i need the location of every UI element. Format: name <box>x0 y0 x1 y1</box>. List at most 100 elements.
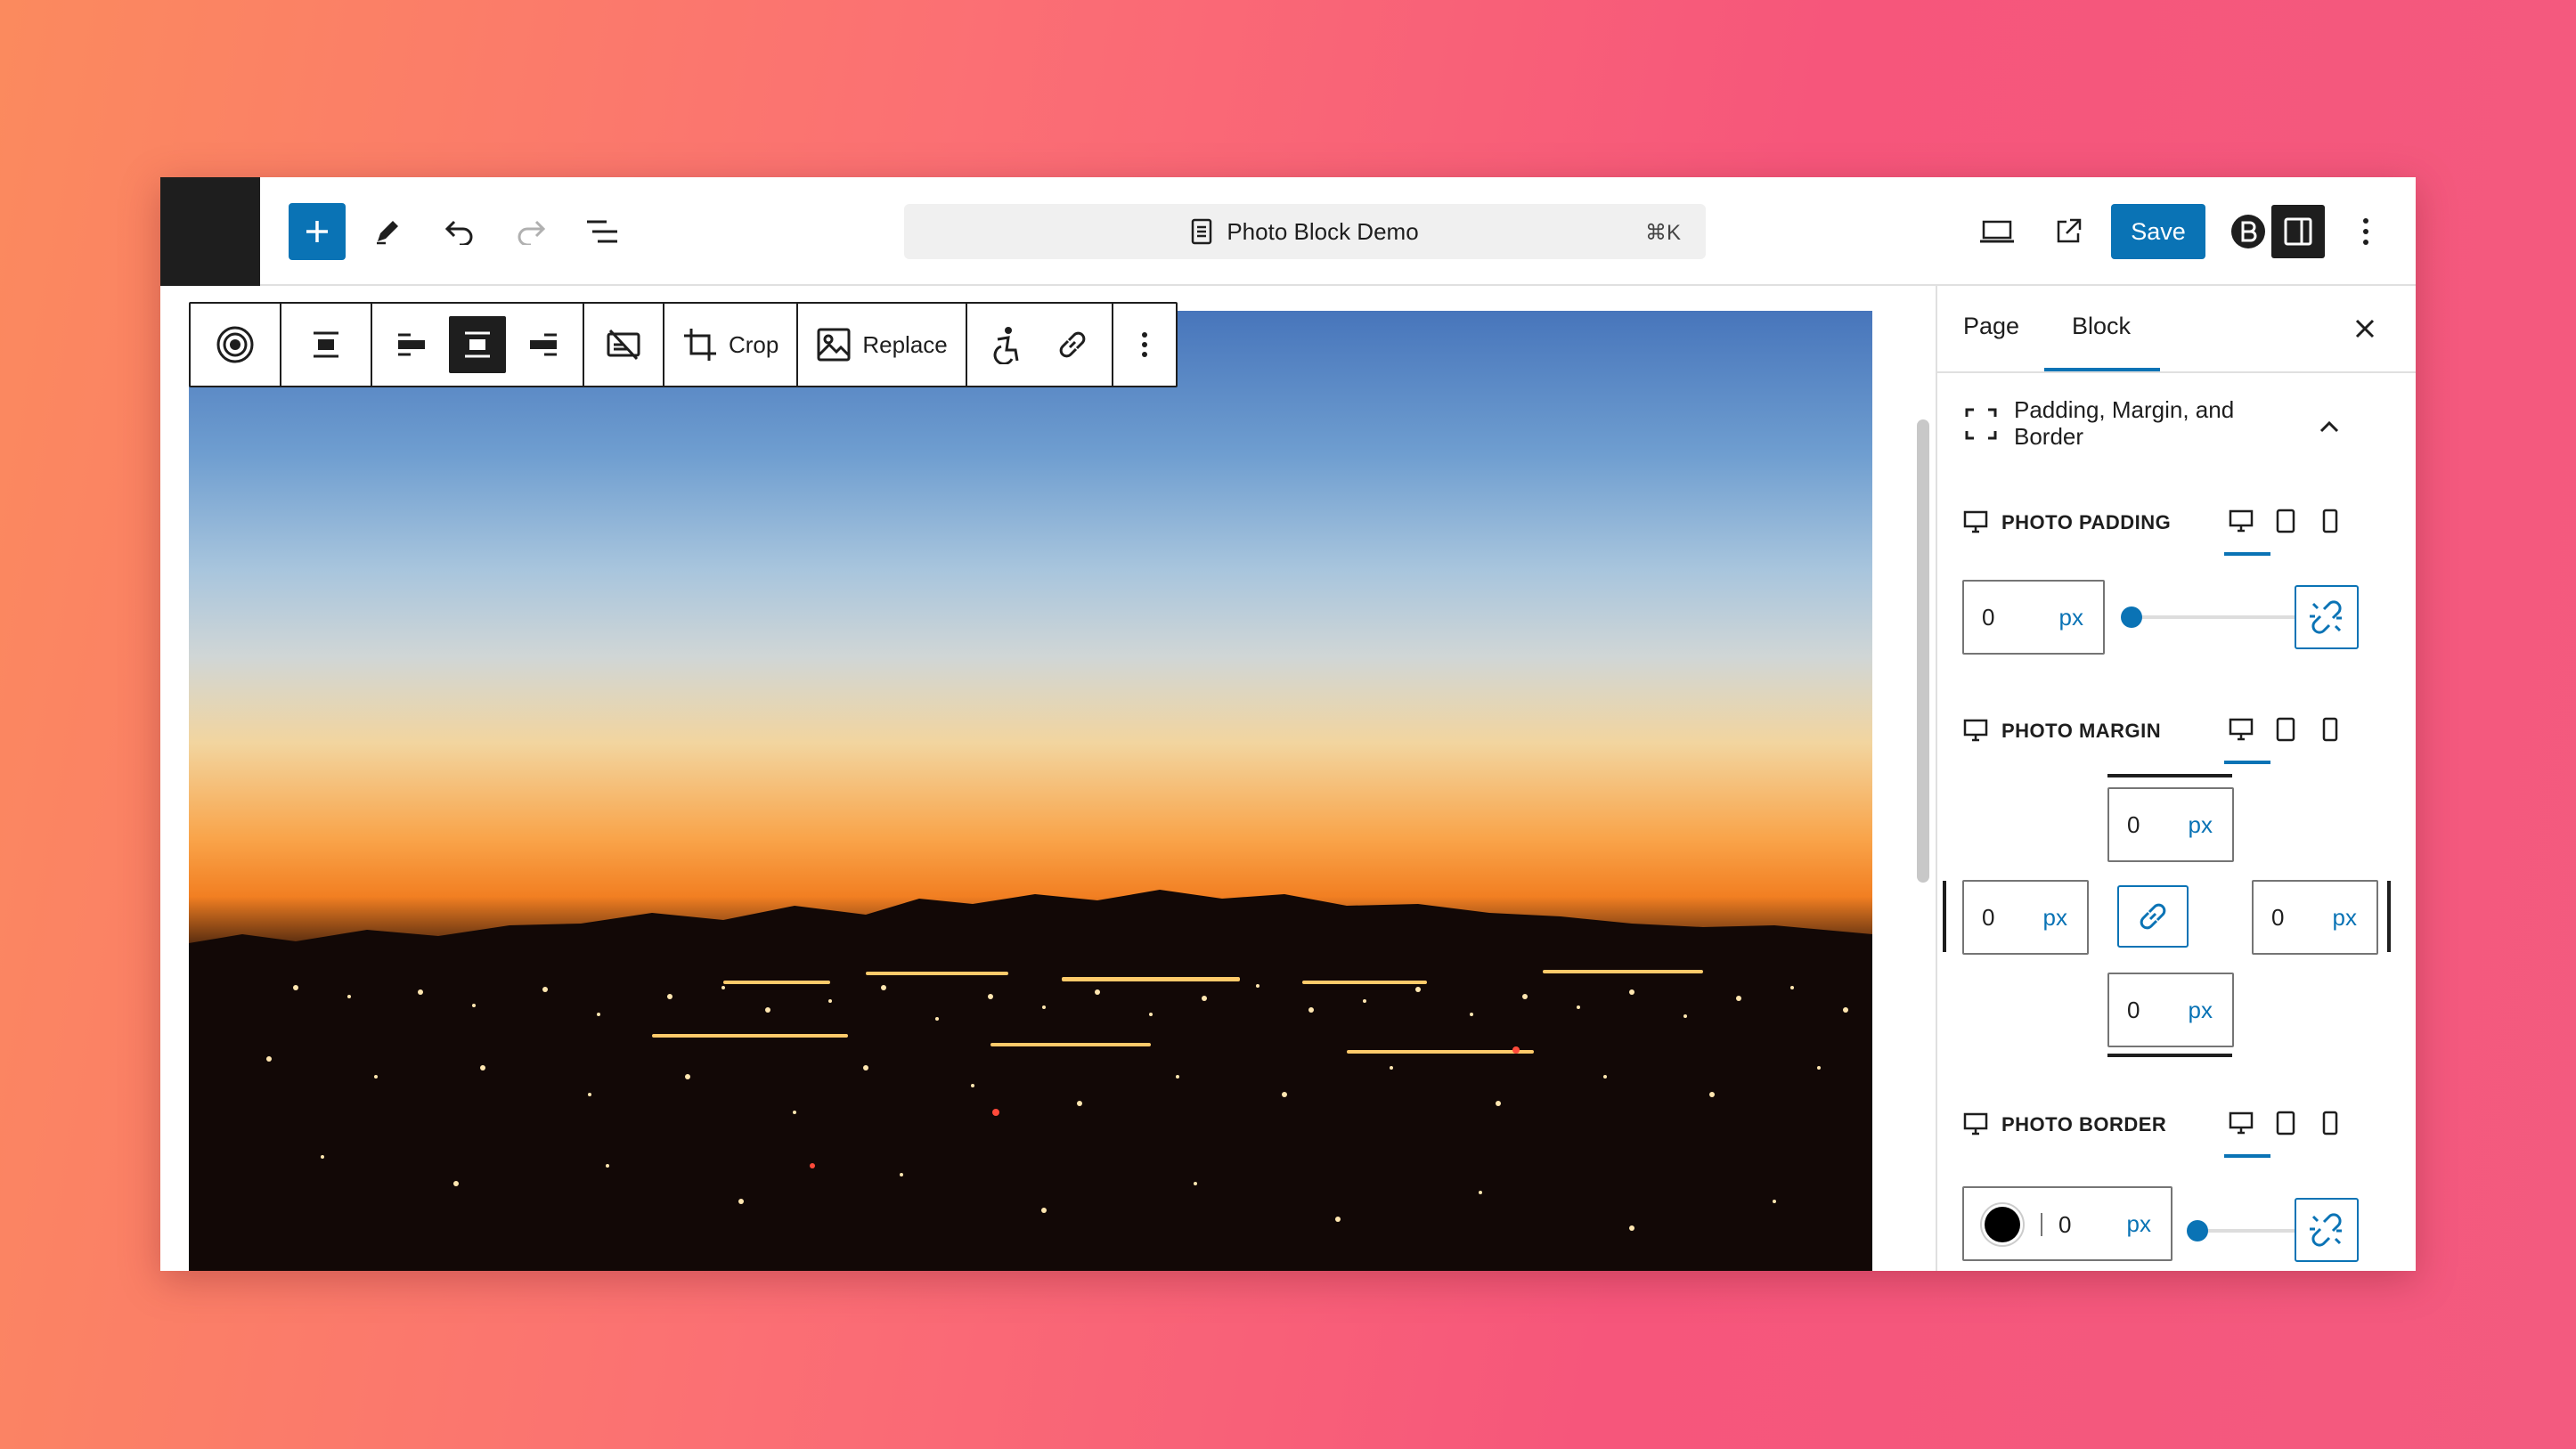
plugin-button[interactable] <box>2220 203 2277 260</box>
padding-desktop-button[interactable] <box>2228 508 2254 534</box>
expand-corners-icon <box>1965 408 1997 440</box>
crop-icon <box>684 329 716 361</box>
border-slider-thumb[interactable] <box>2187 1220 2208 1241</box>
laptop-icon <box>1980 220 2014 243</box>
crop-button[interactable]: Crop <box>675 316 786 373</box>
align-left-button[interactable] <box>383 316 440 373</box>
options-menu-button[interactable] <box>2348 203 2384 260</box>
settings-sidebar-toggle[interactable] <box>2271 205 2325 258</box>
padding-slider-track[interactable] <box>2124 615 2303 619</box>
tablet-icon <box>2276 717 2295 742</box>
view-page-button[interactable] <box>2040 203 2097 260</box>
margin-bottom-input[interactable]: 0 px <box>2107 973 2234 1047</box>
toolbar-group-extra <box>967 304 1113 386</box>
align-left-icon <box>398 333 425 356</box>
desktop-icon <box>2229 718 2254 741</box>
border-tablet-button[interactable] <box>2272 1110 2299 1136</box>
caption-off-icon <box>607 329 640 361</box>
toolbar-group-transform <box>281 304 372 386</box>
replace-button[interactable]: Replace <box>809 316 954 373</box>
site-logo[interactable] <box>160 177 260 286</box>
padding-tablet-button[interactable] <box>2272 508 2299 534</box>
border-desktop-button[interactable] <box>2228 1110 2254 1136</box>
margin-left-input[interactable]: 0 px <box>1962 880 2089 955</box>
toolbar-group-alignment <box>372 304 584 386</box>
margin-top-indicator <box>2107 774 2232 777</box>
align-center-icon <box>314 331 338 358</box>
editor-window: Photo Block Demo ⌘K Save Crop Replace Pa… <box>160 177 2416 1271</box>
crop-label: Crop <box>729 330 779 358</box>
editor-canvas: Crop Replace <box>160 286 1942 1271</box>
alt-text-button[interactable] <box>978 316 1035 373</box>
link-off-icon <box>2310 600 2342 634</box>
photo-padding-label: PHOTO PADDING <box>2001 511 2172 533</box>
collapse-section-button[interactable] <box>2311 409 2347 444</box>
list-view-icon <box>587 220 617 243</box>
undo-button[interactable] <box>431 203 488 260</box>
tablet-icon <box>2276 1111 2295 1136</box>
align-center-button[interactable] <box>449 316 506 373</box>
margin-left-unit[interactable]: px <box>2043 904 2067 932</box>
redo-button[interactable] <box>502 203 559 260</box>
border-width-unit[interactable]: px <box>2127 1210 2151 1238</box>
save-button[interactable]: Save <box>2111 204 2205 259</box>
align-right-button[interactable] <box>515 316 572 373</box>
document-overview-button[interactable] <box>574 203 631 260</box>
margin-left-value: 0 <box>1982 903 1995 931</box>
mobile-icon <box>2322 1111 2338 1136</box>
block-options-button[interactable] <box>1122 316 1167 373</box>
desktop-icon <box>1962 1111 1989 1137</box>
tab-block[interactable]: Block <box>2072 313 2131 340</box>
add-block-button[interactable] <box>289 203 346 260</box>
command-palette-bar[interactable]: Photo Block Demo ⌘K <box>904 204 1706 259</box>
chevron-up-icon <box>2319 420 2339 433</box>
edit-tool-button[interactable] <box>359 203 416 260</box>
border-input[interactable]: 0 px <box>1962 1186 2172 1261</box>
border-color-fill <box>1985 1207 2020 1242</box>
margin-top-unit[interactable]: px <box>2189 811 2213 839</box>
photo-block-type-button[interactable] <box>207 316 264 373</box>
tab-page[interactable]: Page <box>1963 313 2019 340</box>
margin-bottom-indicator <box>2107 1054 2232 1057</box>
shortcut-hint: ⌘K <box>1644 221 1681 245</box>
margin-link-button[interactable] <box>2117 885 2189 948</box>
margin-right-value: 0 <box>2271 903 2285 931</box>
margin-bottom-unit[interactable]: px <box>2189 997 2213 1024</box>
close-icon <box>2355 319 2375 338</box>
photo-border-label: PHOTO BORDER <box>2001 1113 2167 1136</box>
margin-right-input[interactable]: 0 px <box>2252 880 2378 955</box>
toolbar-group-crop: Crop <box>664 304 799 386</box>
preview-device-button[interactable] <box>1969 203 2026 260</box>
section-title: Padding, Margin, and Border <box>2014 396 2235 450</box>
close-sidebar-button[interactable] <box>2347 311 2383 346</box>
border-unlink-button[interactable] <box>2295 1198 2359 1262</box>
desktop-icon <box>1962 717 1989 744</box>
border-mobile-button[interactable] <box>2317 1110 2344 1136</box>
margin-tablet-button[interactable] <box>2272 716 2299 743</box>
photo-block-image[interactable] <box>189 311 1872 1271</box>
padding-slider-thumb[interactable] <box>2121 606 2142 628</box>
padding-unlink-button[interactable] <box>2295 585 2359 649</box>
mobile-icon <box>2322 509 2338 533</box>
toggle-caption-button[interactable] <box>595 316 652 373</box>
accessibility-icon <box>993 327 1019 364</box>
desktop-icon <box>2229 509 2254 533</box>
padding-input[interactable]: 0 px <box>1962 580 2105 655</box>
margin-mobile-button[interactable] <box>2317 716 2344 743</box>
border-color-swatch[interactable] <box>1980 1202 2025 1247</box>
replace-label: Replace <box>862 330 948 358</box>
tab-separator <box>1937 371 2416 373</box>
margin-desktop-button[interactable] <box>2228 716 2254 743</box>
link-button[interactable] <box>1044 316 1101 373</box>
more-vertical-icon <box>2363 218 2368 245</box>
margin-right-unit[interactable]: px <box>2333 904 2357 932</box>
canvas-scrollbar[interactable] <box>1917 419 1929 883</box>
aperture-icon <box>216 326 254 363</box>
block-align-button[interactable] <box>298 316 355 373</box>
more-vertical-icon <box>1141 332 1147 357</box>
pencil-icon <box>377 221 398 245</box>
padding-unit[interactable]: px <box>2059 604 2083 631</box>
margin-top-input[interactable]: 0 px <box>2107 787 2234 862</box>
padding-mobile-button[interactable] <box>2317 508 2344 534</box>
link-icon <box>1059 331 1086 358</box>
